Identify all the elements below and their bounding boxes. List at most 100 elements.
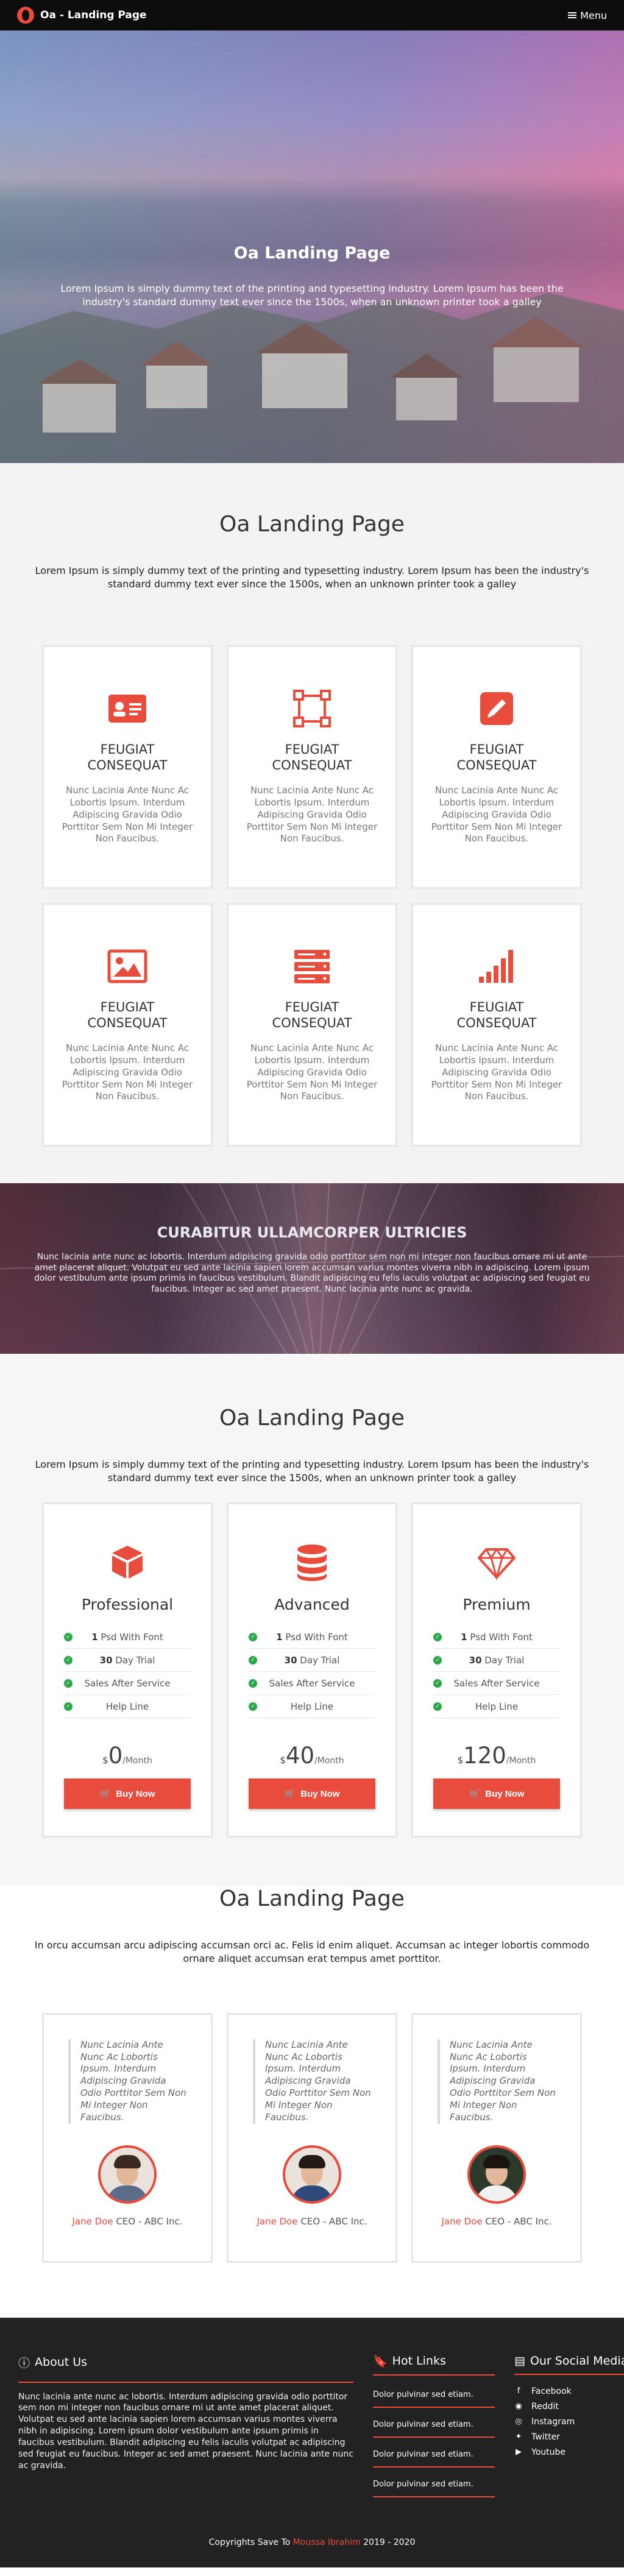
hot-link[interactable]: Dolor pulvinar sed etiam. xyxy=(373,2444,495,2468)
plan-price: $120/Month xyxy=(457,1743,536,1769)
hamburger-icon xyxy=(568,11,577,19)
cube-icon xyxy=(112,1546,143,1579)
testimonial-quote: Nunc Lacinia Ante Nunc Ac Lobortis Ipsum… xyxy=(253,2039,371,2125)
check-icon: ✓ xyxy=(249,1633,257,1642)
testimonial-card: Nunc Lacinia Ante Nunc Ac Lobortis Ipsum… xyxy=(227,2012,397,2263)
feature-title-line2: CONSEQUAT xyxy=(272,758,352,773)
feature-text: Nunc Lacinia Ante Nunc Ac Lobortis Ipsum… xyxy=(246,784,378,844)
feature-title-line2: CONSEQUAT xyxy=(87,1016,168,1031)
banner-title: CURABITUR ULLAMCORPER ULTRICIES xyxy=(157,1224,467,1242)
testimonial-card: Nunc Lacinia Ante Nunc Ac Lobortis Ipsum… xyxy=(42,2012,213,2263)
feature-text: Nunc Lacinia Ante Nunc Ac Lobortis Ipsum… xyxy=(431,784,562,844)
feature-title-line2: CONSEQUAT xyxy=(272,1016,352,1031)
hero-content: Oa Landing Page Lorem Ipsum is simply du… xyxy=(0,244,624,308)
plan-feature: ✓ Help Line xyxy=(433,1695,560,1719)
pricing-card-advanced: Advanced ✓ 1 Psd With Font ✓ 30 Day Trial … xyxy=(227,1502,397,1838)
logo-icon xyxy=(17,7,34,24)
brand[interactable]: Oa - Landing Page xyxy=(17,7,147,24)
testimonial-card: Nunc Lacinia Ante Nunc Ac Lobortis Ipsum… xyxy=(411,2012,582,2263)
check-icon: ✓ xyxy=(64,1702,73,1711)
hot-link[interactable]: Dolor pulvinar sed etiam. xyxy=(373,2384,495,2408)
cart-icon: 🛒 xyxy=(284,1789,296,1800)
plan-name: Professional xyxy=(81,1596,174,1614)
plan-feature: ✓ 30 Day Trial xyxy=(64,1649,191,1672)
brand-title: Oa - Landing Page xyxy=(40,9,147,21)
pricing-title: Oa Landing Page xyxy=(219,1406,405,1431)
features-title: Oa Landing Page xyxy=(219,512,405,537)
feature-title-line1: FEUGIAT xyxy=(285,742,339,757)
social-link-instagram[interactable]: ◎ Instagram xyxy=(514,2414,624,2429)
buy-now-button[interactable]: 🛒 Buy Now xyxy=(433,1778,560,1810)
plan-features: ✓ 1 Psd With Font ✓ 30 Day Trial ✓ Sales Af… xyxy=(249,1626,375,1719)
check-icon: ✓ xyxy=(64,1679,73,1688)
id-card-icon xyxy=(108,695,146,723)
pricing-grid: Professional ✓ 1 Psd With Font ✓ 30 Day Tr… xyxy=(0,1502,624,1838)
about-text: Nunc lacinia ante nunc ac lobortis. Inte… xyxy=(18,2391,353,2471)
feature-card: FEUGIAT CONSEQUAT Nunc Lacinia Ante Nunc … xyxy=(411,903,582,1147)
cart-icon: 🛒 xyxy=(469,1789,481,1800)
buy-now-button[interactable]: 🛒 Buy Now xyxy=(64,1778,191,1810)
check-icon: ✓ xyxy=(64,1656,73,1665)
social-link-youtube[interactable]: ▶ Youtube xyxy=(514,2444,624,2460)
feature-card: FEUGIAT CONSEQUAT Nunc Lacinia Ante Nunc … xyxy=(411,645,582,890)
plan-feature: ✓ 30 Day Trial xyxy=(433,1649,560,1672)
social-link-twitter[interactable]: ✦ Twitter xyxy=(514,2429,624,2444)
author-link[interactable]: Moussa Ibrahim xyxy=(293,2538,361,2547)
check-icon: ✓ xyxy=(433,1679,442,1688)
check-icon: ✓ xyxy=(64,1633,73,1642)
hero-section: Oa Landing Page Lorem Ipsum is simply du… xyxy=(0,30,624,463)
feature-title-line2: CONSEQUAT xyxy=(87,758,168,773)
check-icon: ✓ xyxy=(249,1679,257,1688)
feature-card: FEUGIAT CONSEQUAT Nunc Lacinia Ante Nunc … xyxy=(227,903,397,1147)
bookmark-icon: 🔖 xyxy=(373,2354,388,2368)
reddit-icon: ◉ xyxy=(515,2402,522,2411)
feature-title-line2: CONSEQUAT xyxy=(456,1016,537,1031)
testimonials-grid: Nunc Lacinia Ante Nunc Ac Lobortis Ipsum… xyxy=(0,2012,624,2263)
check-icon: ✓ xyxy=(433,1656,442,1665)
testimonial-quote: Nunc Lacinia Ante Nunc Ac Lobortis Ipsum… xyxy=(68,2039,186,2125)
plan-feature: ✓ 1 Psd With Font xyxy=(64,1626,191,1649)
pricing-card-professional: Professional ✓ 1 Psd With Font ✓ 30 Day Tr… xyxy=(42,1502,213,1838)
features-grid: FEUGIAT CONSEQUAT Nunc Lacinia Ante Nunc … xyxy=(0,645,624,1147)
buy-now-button[interactable]: 🛒 Buy Now xyxy=(249,1778,375,1810)
testimonial-quote: Nunc Lacinia Ante Nunc Ac Lobortis Ipsum… xyxy=(438,2039,556,2125)
plan-price: $0/Month xyxy=(102,1743,152,1769)
check-icon: ✓ xyxy=(433,1702,442,1711)
social-link-facebook[interactable]: f Facebook xyxy=(514,2383,624,2399)
testimonial-author: Jane Doe CEO - ABC Inc. xyxy=(257,2216,367,2227)
footer-hot-links: 🔖 Hot Links Dolor pulvinar sed etiam. Dol… xyxy=(373,2354,495,2503)
pricing-card-premium: Premium ✓ 1 Psd With Font ✓ 30 Day Trial ✓… xyxy=(411,1502,582,1838)
info-icon: ⓘ xyxy=(18,2356,30,2370)
avatar xyxy=(467,2145,526,2204)
feature-title-line1: FEUGIAT xyxy=(469,742,524,757)
address-card-icon: ▤ xyxy=(514,2354,525,2368)
check-icon: ✓ xyxy=(249,1702,257,1711)
plan-features: ✓ 1 Psd With Font ✓ 30 Day Trial ✓ Sales Af… xyxy=(433,1626,560,1719)
social-link-reddit[interactable]: ◉ Reddit xyxy=(514,2399,624,2414)
feature-title-line1: FEUGIAT xyxy=(469,1000,524,1015)
pencil-icon xyxy=(480,692,513,726)
feature-title-line1: FEUGIAT xyxy=(100,742,155,757)
plan-feature: ✓ Sales After Service xyxy=(249,1672,375,1696)
pricing-lead: Lorem Ipsum is simply dummy text of the … xyxy=(35,1459,589,1484)
image-icon xyxy=(107,949,147,983)
hot-link[interactable]: Dolor pulvinar sed etiam. xyxy=(373,2414,495,2438)
testimonials-lead: In orcu accumsan arcu adipiscing accumsa… xyxy=(34,1939,590,1964)
menu-button[interactable]: Menu xyxy=(568,10,607,21)
hero-text: Lorem Ipsum is simply dummy text of the … xyxy=(60,283,564,308)
plan-features: ✓ 1 Psd With Font ✓ 30 Day Trial ✓ Sales Af… xyxy=(64,1626,191,1719)
check-icon: ✓ xyxy=(249,1656,257,1665)
avatar xyxy=(98,2145,157,2204)
feature-text: Nunc Lacinia Ante Nunc Ac Lobortis Ipsum… xyxy=(431,1042,562,1102)
diamond-icon xyxy=(478,1548,516,1581)
check-icon: ✓ xyxy=(433,1633,442,1642)
feature-title-line1: FEUGIAT xyxy=(100,1000,155,1015)
hot-link[interactable]: Dolor pulvinar sed etiam. xyxy=(373,2474,495,2497)
youtube-icon: ▶ xyxy=(516,2447,522,2457)
plan-name: Premium xyxy=(463,1596,531,1614)
copyright: Copyrights Save To Moussa Ibrahim 2019 -… xyxy=(208,2537,416,2547)
vector-square-icon xyxy=(293,690,331,728)
plan-feature: ✓ Sales After Service xyxy=(64,1672,191,1696)
feature-card: FEUGIAT CONSEQUAT Nunc Lacinia Ante Nunc … xyxy=(227,645,397,890)
plan-price: $40/Month xyxy=(280,1743,344,1769)
